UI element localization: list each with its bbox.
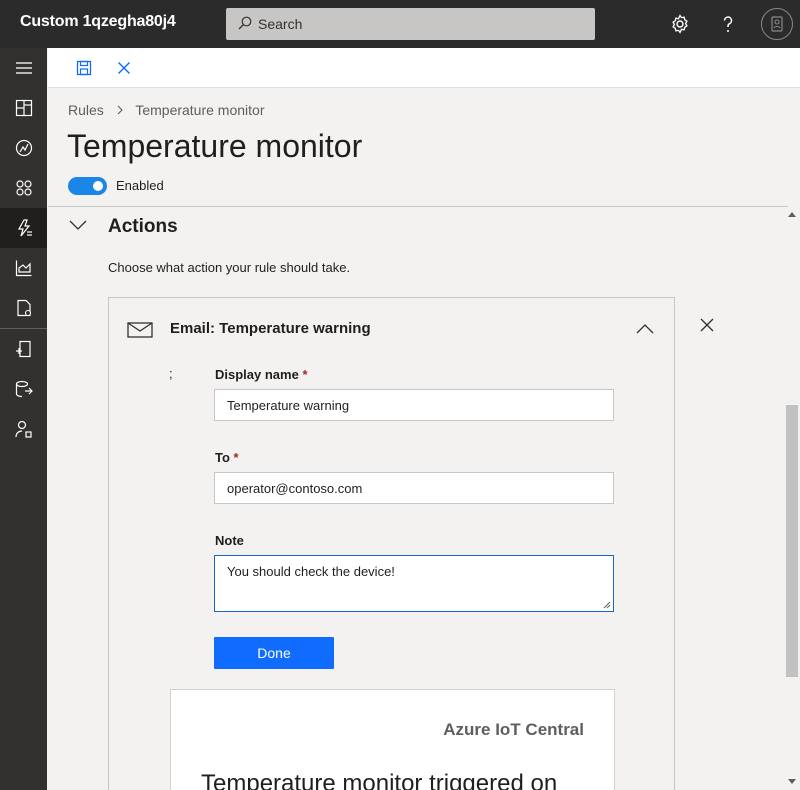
app-title[interactable]: Custom 1qzegha80j4	[20, 13, 176, 31]
search-placeholder: Search	[258, 16, 303, 32]
display-name-label-text: Display name	[215, 367, 299, 382]
chevron-up-icon[interactable]	[635, 322, 655, 336]
preview-brand: Azure IoT Central	[443, 720, 584, 739]
breadcrumb: Rules Temperature monitor	[68, 102, 265, 118]
mail-icon	[127, 322, 153, 338]
nav-dashboard[interactable]	[0, 88, 47, 128]
nav-rules[interactable]	[0, 208, 47, 248]
administration-icon	[15, 420, 32, 438]
nav-analytics[interactable]	[0, 248, 47, 288]
note-label: Note	[215, 533, 244, 548]
device-groups-icon	[16, 180, 32, 196]
chevron-down-icon[interactable]	[68, 218, 88, 232]
actions-description: Choose what action your rule should take…	[108, 260, 351, 275]
search-icon	[238, 16, 252, 30]
user-avatar-icon[interactable]	[761, 8, 793, 40]
header-divider	[48, 206, 788, 207]
breadcrumb-root[interactable]: Rules	[68, 102, 104, 118]
required-marker: *	[302, 367, 308, 382]
breadcrumb-current: Temperature monitor	[135, 102, 265, 118]
nav-administration[interactable]	[0, 409, 47, 449]
to-label-text: To	[215, 450, 230, 465]
enabled-label: Enabled	[116, 178, 164, 193]
dashboard-icon	[15, 99, 33, 117]
nav-devices[interactable]	[0, 128, 47, 168]
left-nav	[0, 48, 47, 790]
device-icon	[15, 139, 33, 157]
scroll-thumb[interactable]	[786, 405, 798, 677]
stray-text: ;	[169, 366, 173, 381]
email-action-card: Email: Temperature warning ; Display nam…	[108, 297, 675, 790]
discard-icon[interactable]	[112, 56, 136, 80]
close-icon[interactable]	[700, 318, 714, 332]
top-bar: Custom 1qzegha80j4 Search	[0, 0, 800, 48]
actions-section-title: Actions	[108, 216, 178, 237]
scrollbar[interactable]	[784, 207, 800, 790]
analytics-icon	[15, 260, 32, 277]
nav-device-templates[interactable]	[0, 329, 47, 369]
preview-heading: Temperature monitor triggered on	[201, 770, 558, 790]
display-name-label: Display name *	[215, 367, 308, 382]
search-box[interactable]: Search	[226, 8, 595, 40]
enabled-toggle[interactable]	[68, 177, 107, 195]
scroll-up-arrow-icon[interactable]	[788, 212, 796, 217]
scroll-down-arrow-icon[interactable]	[788, 779, 796, 784]
chevron-right-icon	[116, 102, 124, 118]
required-marker: *	[233, 450, 239, 465]
note-textarea[interactable]: You should check the device!	[214, 555, 614, 612]
to-label: To *	[215, 450, 239, 465]
action-card-title: Email: Temperature warning	[170, 320, 371, 337]
jobs-icon	[17, 299, 32, 317]
resize-handle-icon[interactable]	[603, 601, 611, 609]
nav-data-export[interactable]	[0, 369, 47, 409]
nav-jobs[interactable]	[0, 288, 47, 328]
done-button[interactable]: Done	[214, 637, 334, 669]
note-text: You should check the device!	[227, 564, 395, 579]
command-bar	[48, 48, 800, 88]
data-export-icon	[15, 380, 33, 398]
display-name-field[interactable]: Temperature warning	[214, 389, 614, 421]
email-preview: Azure IoT Central Temperature monitor tr…	[170, 689, 615, 790]
nav-hamburger[interactable]	[0, 48, 47, 88]
save-icon[interactable]	[72, 56, 96, 80]
gear-icon[interactable]	[668, 12, 692, 36]
page-title: Temperature monitor	[67, 128, 363, 164]
hamburger-icon	[16, 62, 32, 74]
nav-device-groups[interactable]	[0, 168, 47, 208]
rules-icon	[17, 219, 32, 237]
toggle-knob	[93, 181, 103, 191]
to-field[interactable]: operator@contoso.com	[214, 472, 614, 504]
help-icon[interactable]	[716, 12, 740, 36]
device-templates-icon	[16, 340, 31, 358]
